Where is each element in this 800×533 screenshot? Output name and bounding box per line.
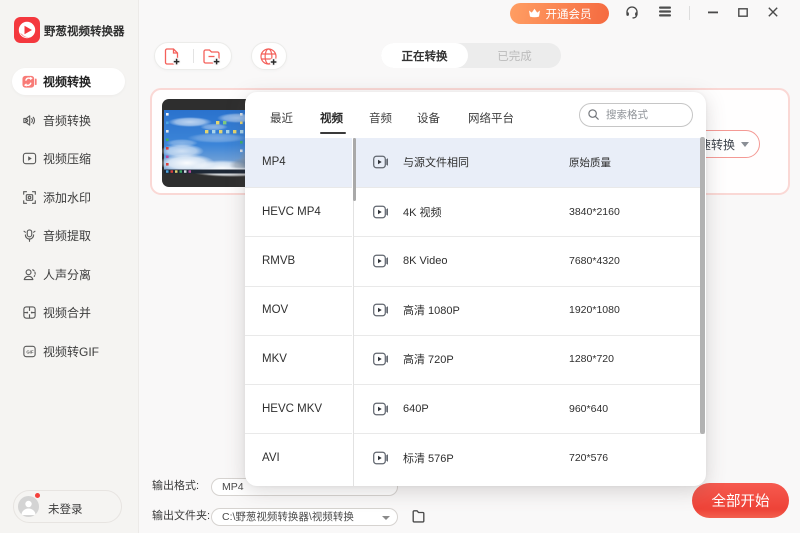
svg-text:GIF: GIF bbox=[26, 349, 34, 354]
